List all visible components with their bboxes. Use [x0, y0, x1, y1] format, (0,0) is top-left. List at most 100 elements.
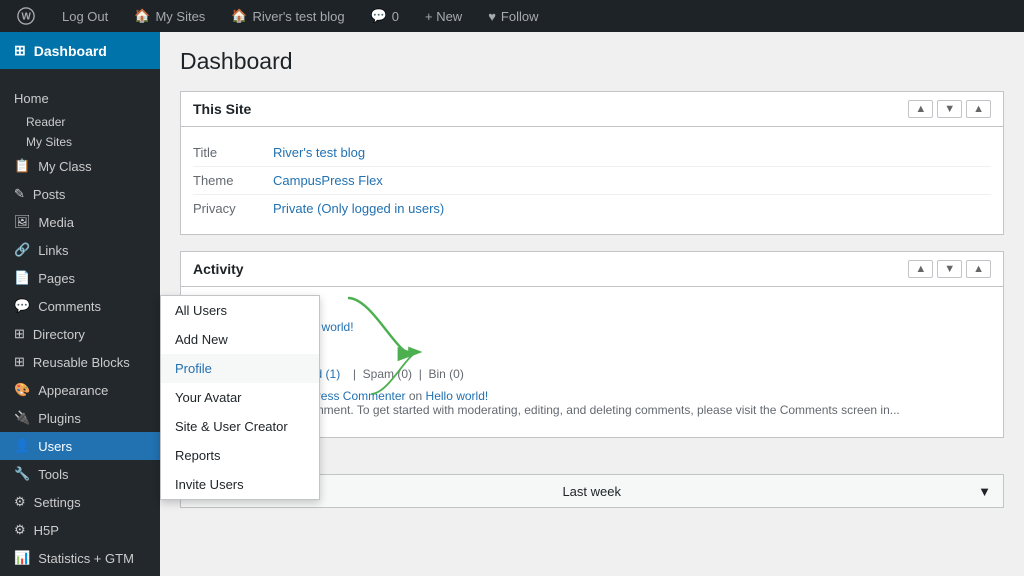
reusable-label: Reusable Blocks — [33, 355, 130, 370]
media-label: Media — [39, 215, 74, 230]
directory-label: Directory — [33, 327, 85, 342]
dropdown-site-user-creator[interactable]: Site & User Creator — [161, 412, 319, 441]
dashboard-label: Dashboard — [34, 43, 107, 59]
myclass-icon: 📋 — [14, 158, 30, 174]
comment-post-link[interactable]: Hello world! — [426, 389, 489, 403]
comments-count: 0 — [392, 9, 399, 24]
sidebar-item-plugins[interactable]: 🔌 Plugins — [0, 404, 160, 432]
wp-icon: W — [16, 6, 36, 26]
stats-icon: 📊 — [14, 550, 30, 566]
this-site-body: Title River's test blog Theme CampusPres… — [181, 127, 1003, 234]
new-label: + New — [425, 9, 462, 24]
last-week-label: Last week — [562, 484, 621, 499]
dropdown-your-avatar[interactable]: Your Avatar — [161, 383, 319, 412]
users-label: Users — [38, 439, 72, 454]
sidebar-item-myclass[interactable]: 📋 My Class — [0, 152, 160, 180]
title-value-link[interactable]: River's test blog — [273, 145, 365, 160]
appearance-icon: 🎨 — [14, 382, 30, 398]
follow-item[interactable]: ♥ Follow — [484, 9, 542, 24]
page-title: Dashboard — [180, 48, 1004, 75]
blog-item[interactable]: 🏠 River's test blog — [227, 8, 348, 24]
dropdown-profile[interactable]: Profile — [161, 354, 319, 383]
site-theme-row: Theme CampusPress Flex — [193, 167, 991, 195]
dropdown-reports[interactable]: Reports — [161, 441, 319, 470]
sidebar-item-tools[interactable]: 🔧 Tools — [0, 460, 160, 488]
pages-icon: 📄 — [14, 270, 30, 286]
sidebar: ⊞ Dashboard Home Reader My Sites 📋 My Cl… — [0, 32, 160, 576]
site-title-row: Title River's test blog — [193, 139, 991, 167]
sidebar-home-section — [0, 69, 160, 85]
sidebar-item-directory[interactable]: ⊞ Directory — [0, 320, 160, 348]
sidebar-item-comments[interactable]: 💬 Comments — [0, 292, 160, 320]
reader-label: Reader — [26, 115, 65, 129]
widget-down-btn[interactable]: ▼ — [937, 100, 962, 118]
plugins-label: Plugins — [38, 411, 81, 426]
follow-label: Follow — [501, 9, 539, 24]
comments-icon: 💬 — [371, 8, 387, 24]
activity-up-btn[interactable]: ▲ — [908, 260, 933, 278]
theme-label: Theme — [193, 173, 273, 188]
users-dropdown: All Users Add New Profile Your Avatar Si… — [160, 295, 320, 500]
comment-text: From A WordPress Commenter on Hello worl… — [239, 389, 900, 425]
dropdown-invite-users[interactable]: Invite Users — [161, 470, 319, 499]
activity-header: Activity ▲ ▼ ▲ — [181, 252, 1003, 287]
activity-close-btn[interactable]: ▲ — [966, 260, 991, 278]
posts-icon: ✎ — [14, 186, 25, 202]
site-privacy-row: Privacy Private (Only logged in users) — [193, 195, 991, 222]
sidebar-item-reusable-blocks[interactable]: ⊞ Reusable Blocks — [0, 348, 160, 376]
sidebar-item-pages[interactable]: 📄 Pages — [0, 264, 160, 292]
mysites-sidebar-label: My Sites — [26, 135, 72, 149]
widget-up-btn[interactable]: ▲ — [908, 100, 933, 118]
this-site-widget: This Site ▲ ▼ ▲ Title River's test blog … — [180, 91, 1004, 235]
dropdown-add-new[interactable]: Add New — [161, 325, 319, 354]
sidebar-item-users[interactable]: 👤 Users — [0, 432, 160, 460]
new-item[interactable]: + New — [421, 9, 466, 24]
wp-logo[interactable]: W — [12, 6, 40, 26]
users-icon: 👤 — [14, 438, 30, 454]
sidebar-item-statistics[interactable]: 📊 Statistics + GTM — [0, 544, 160, 572]
logout-label: Log Out — [62, 9, 108, 24]
sidebar-item-settings[interactable]: ⚙ Settings — [0, 488, 160, 516]
dashboard-icon: ⊞ — [14, 42, 26, 59]
h5p-icon: ⚙ — [14, 522, 26, 538]
title-label: Title — [193, 145, 273, 160]
logout-item[interactable]: Log Out — [58, 9, 112, 24]
comments-item[interactable]: 💬 0 — [367, 8, 403, 24]
sidebar-item-home[interactable]: Home — [0, 85, 160, 112]
sidebar-item-appearance[interactable]: 🎨 Appearance — [0, 376, 160, 404]
sidebar-item-media[interactable]: 🖼 Media — [0, 208, 160, 236]
sidebar-item-mysites[interactable]: My Sites — [0, 132, 160, 152]
widget-controls: ▲ ▼ ▲ — [908, 100, 991, 118]
widget-close-btn[interactable]: ▲ — [966, 100, 991, 118]
plugins-icon: 🔌 — [14, 410, 30, 426]
sidebar-dashboard-header[interactable]: ⊞ Dashboard — [0, 32, 160, 69]
links-icon: 🔗 — [14, 242, 30, 258]
statistics-label: Statistics + GTM — [38, 551, 134, 566]
h5p-label: H5P — [34, 523, 59, 538]
comments-sidebar-label: Comments — [38, 299, 101, 314]
pages-label: Pages — [38, 271, 75, 286]
directory-icon: ⊞ — [14, 326, 25, 342]
privacy-label: Privacy — [193, 201, 273, 216]
sidebar-item-reader[interactable]: Reader — [0, 112, 160, 132]
blog-label: River's test blog — [252, 9, 344, 24]
activity-down-btn[interactable]: ▼ — [937, 260, 962, 278]
activity-title: Activity — [193, 261, 244, 277]
appearance-label: Appearance — [38, 383, 108, 398]
sidebar-item-subscriptions[interactable]: ✉ Subscriptions — [0, 572, 160, 576]
sidebar-item-h5p[interactable]: ⚙ H5P — [0, 516, 160, 544]
sidebar-item-posts[interactable]: ✎ Posts — [0, 180, 160, 208]
mysites-label: My Sites — [155, 9, 205, 24]
svg-text:W: W — [22, 12, 32, 23]
sidebar-item-links[interactable]: 🔗 Links — [0, 236, 160, 264]
admin-bar: W Log Out 🏠 My Sites 🏠 River's test blog… — [0, 0, 1024, 32]
mysites-item[interactable]: 🏠 My Sites — [130, 8, 209, 24]
theme-value-link[interactable]: CampusPress Flex — [273, 173, 383, 188]
media-icon: 🖼 — [14, 214, 31, 230]
blog-icon: 🏠 — [231, 8, 247, 24]
comment-body-text: Hi, this is a comment. To get started wi… — [239, 403, 900, 417]
posts-label: Posts — [33, 187, 66, 202]
settings-icon: ⚙ — [14, 494, 26, 510]
privacy-value-link[interactable]: Private (Only logged in users) — [273, 201, 444, 216]
dropdown-all-users[interactable]: All Users — [161, 296, 319, 325]
